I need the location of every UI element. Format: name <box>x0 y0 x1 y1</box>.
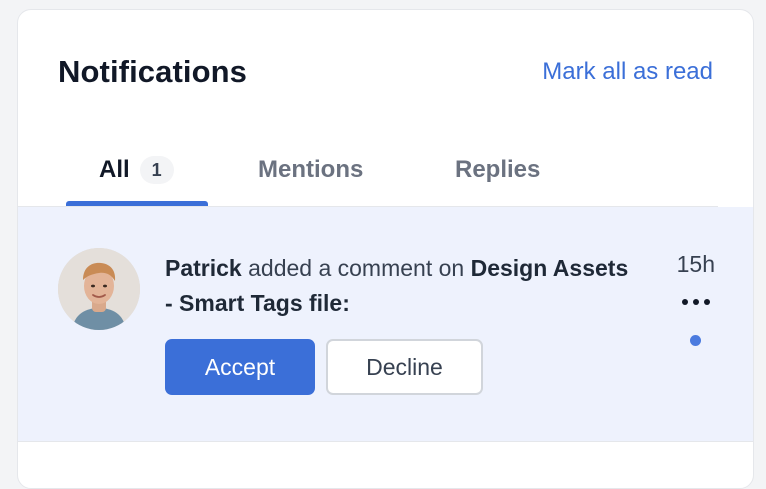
timestamp: 15h <box>676 251 715 277</box>
active-tab-indicator <box>66 201 208 206</box>
accept-button[interactable]: Accept <box>165 339 315 395</box>
avatar[interactable] <box>58 248 140 330</box>
notifications-panel: Notifications Mark all as read All 1 Men… <box>17 9 754 489</box>
tab-mentions[interactable]: Mentions <box>258 156 363 184</box>
tab-replies[interactable]: Replies <box>455 156 540 184</box>
tab-all-label: All <box>99 156 130 183</box>
tab-bar: All 1 Mentions Replies <box>18 150 718 207</box>
user-avatar-icon <box>58 248 140 330</box>
notification-action: added a comment on <box>241 255 471 281</box>
decline-button[interactable]: Decline <box>326 339 483 395</box>
more-horizontal-icon <box>682 299 710 305</box>
notification-item[interactable]: Patrick added a comment on Design Assets… <box>18 207 753 442</box>
tab-all[interactable]: All 1 <box>99 156 174 184</box>
unread-dot-icon <box>690 335 701 346</box>
count-badge: 1 <box>139 156 174 184</box>
actor-name[interactable]: Patrick <box>165 255 242 281</box>
page-title: Notifications <box>58 54 248 89</box>
mark-all-read-link[interactable]: Mark all as read <box>542 58 713 86</box>
tab-mentions-label: Mentions <box>258 156 364 183</box>
tab-replies-label: Replies <box>455 156 541 183</box>
more-options-button[interactable] <box>678 287 714 317</box>
notification-message: Patrick added a comment on Design Assets… <box>165 251 635 321</box>
